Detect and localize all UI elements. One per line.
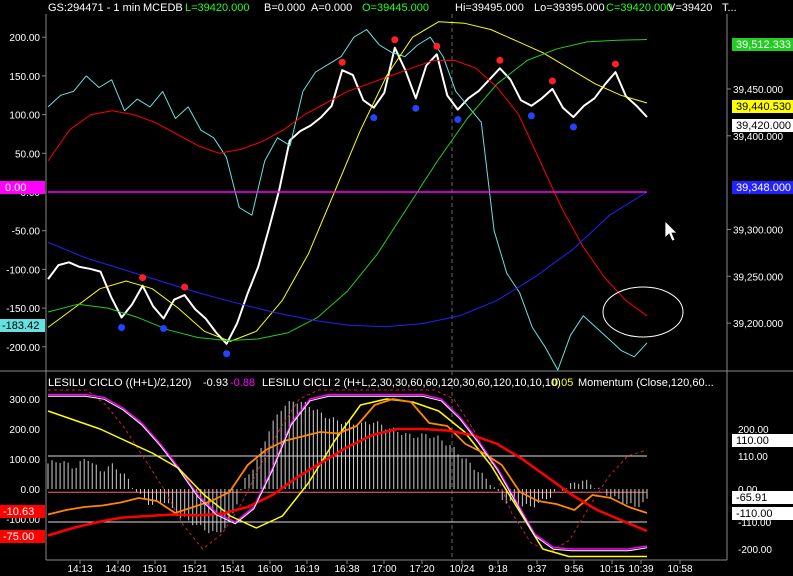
swing-high-marker — [433, 42, 441, 50]
ciclo1-label: LESILU CICLO ((H+L)/2,120) — [48, 377, 191, 389]
upper-right-tick-label: 39,400.000 — [733, 132, 783, 143]
time-tick-label: 17:00 — [371, 564, 396, 575]
upper-right-tick-label: 39,450.000 — [733, 85, 783, 96]
header-open: O=39445.000 — [362, 2, 429, 14]
badge-lower-momentum-text: -65.91 — [736, 492, 767, 504]
swing-high-marker — [338, 58, 346, 66]
upper-left-tick-label: 150.00 — [9, 72, 40, 83]
swing-low-marker — [412, 104, 420, 112]
ciclo2-value: 0.05 — [552, 377, 573, 389]
chart-background — [0, 0, 793, 576]
header-exchange: MCEDB — [143, 2, 183, 14]
lower-left-tick-label: 200.00 — [9, 425, 40, 436]
swing-high-marker — [611, 60, 619, 68]
swing-high-marker — [139, 274, 147, 282]
badge-upper-zero-text: 0.00 — [5, 182, 26, 194]
badge-yellow-text: 39,440.530 — [736, 101, 791, 113]
swing-low-marker — [118, 324, 126, 332]
time-tick-label: 16:19 — [294, 564, 319, 575]
time-tick-label: 15:21 — [182, 564, 207, 575]
time-tick-label: 16:38 — [334, 564, 359, 575]
swing-high-marker — [496, 56, 504, 64]
time-tick-label: 16:00 — [257, 564, 282, 575]
upper-right-tick-label: 39,300.000 — [733, 225, 783, 236]
upper-left-tick-label: 200.00 — [9, 33, 40, 44]
header-close: C=39420.000 — [606, 2, 672, 14]
badge-lower-2-text: -75.00 — [3, 531, 34, 543]
swing-low-marker — [223, 350, 231, 358]
header-trail: T... — [722, 2, 737, 14]
badge-green-text: 39,512.333 — [736, 39, 791, 51]
upper-left-tick-label: -200.00 — [6, 343, 40, 354]
time-tick-label: 9:56 — [564, 564, 584, 575]
header-low: Lo=39395.000 — [534, 2, 605, 14]
swing-low-marker — [454, 116, 462, 124]
trading-chart: GS:294471 - 1 min MCEDB L=39420.000 B=0.… — [0, 0, 793, 576]
time-tick-label: 17:20 — [409, 564, 434, 575]
badge-upper-cyan-text: -183.42 — [2, 320, 39, 332]
time-tick-label: 15:01 — [142, 564, 167, 575]
ciclo1-value-1: -0.93 — [203, 377, 228, 389]
swing-high-marker — [548, 77, 556, 85]
badge-lower-neg110-text: -110.00 — [736, 508, 773, 520]
badge-blue-text: 39,348.000 — [736, 182, 791, 194]
time-tick-label: 10:39 — [628, 564, 653, 575]
ciclo1-value-2: -0.88 — [230, 377, 255, 389]
header-volume: V=39420 — [668, 2, 712, 14]
lower-right-tick-label: 110.00 — [738, 452, 768, 463]
time-tick-label: 9:18 — [488, 564, 508, 575]
header-ask: A=0.000 — [311, 2, 352, 14]
price-header: GS:294471 - 1 min MCEDB L=39420.000 B=0.… — [48, 2, 737, 14]
upper-right-tick-label: 39,250.000 — [733, 272, 783, 283]
lower-right-tick-label: -200.00 — [738, 545, 772, 556]
swing-low-marker — [569, 123, 577, 131]
swing-high-marker — [181, 283, 189, 291]
header-last: L=39420.000 — [185, 2, 250, 14]
upper-left-tick-label: -100.00 — [6, 265, 40, 276]
badge-lower-1-text: -10.63 — [3, 506, 34, 518]
momentum-label: Momentum (Close,120,60... — [578, 377, 714, 389]
header-symbol: GS:294471 - 1 min — [48, 2, 140, 14]
time-tick-label: 14:40 — [105, 564, 130, 575]
header-bid: B=0.000 — [264, 2, 305, 14]
time-tick-label: 15:41 — [220, 564, 245, 575]
time-tick-label: 10:58 — [667, 564, 692, 575]
upper-right-tick-label: 39,200.000 — [733, 319, 783, 330]
badge-lower-110-text: 110.00 — [736, 435, 769, 447]
upper-left-tick-label: 100.00 — [9, 111, 40, 122]
indicator-header: LESILU CICLO ((H+L)/2,120) -0.93 -0.88 L… — [48, 377, 714, 389]
header-high: Hi=39495.000 — [455, 2, 524, 14]
swing-low-marker — [160, 324, 168, 332]
time-tick-label: 14:13 — [67, 564, 92, 575]
badge-price-text: 39,420.000 — [736, 120, 791, 132]
swing-high-marker — [391, 36, 399, 44]
upper-left-tick-label: -150.00 — [6, 304, 40, 315]
lower-left-tick-label: 300.00 — [9, 395, 40, 406]
lower-left-tick-label: 0.00 — [21, 485, 41, 496]
time-tick-label: 10/24 — [449, 564, 474, 575]
upper-left-tick-label: 50.00 — [15, 149, 40, 160]
ciclo2-label: LESILU CICLI 2 (H+L,2,30,30,60,60,120,30… — [262, 377, 561, 389]
swing-low-marker — [527, 112, 535, 120]
swing-low-marker — [370, 114, 378, 122]
time-tick-label: 10:15 — [599, 564, 624, 575]
lower-left-tick-label: 100.00 — [9, 455, 40, 466]
upper-left-tick-label: -50.00 — [12, 227, 41, 238]
time-tick-label: 9:37 — [527, 564, 547, 575]
